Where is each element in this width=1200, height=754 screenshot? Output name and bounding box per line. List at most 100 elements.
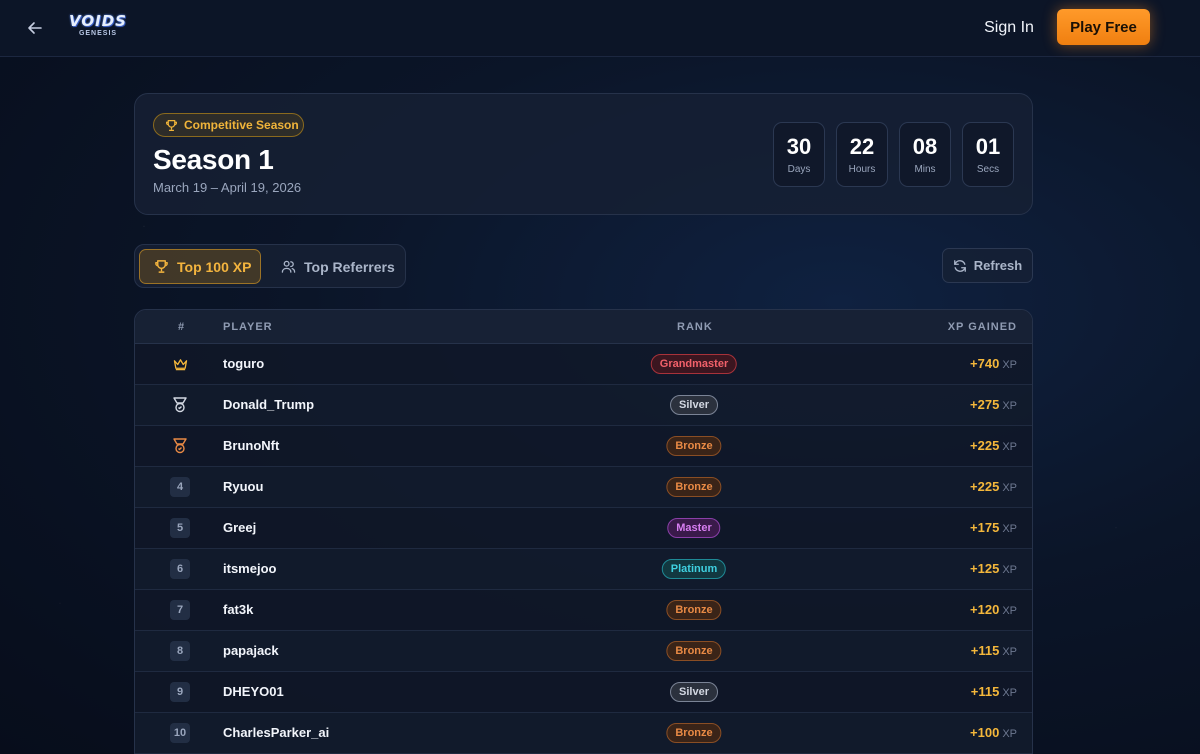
tier-badge: Platinum	[661, 559, 727, 579]
col-header-player: PLAYER	[223, 321, 273, 333]
tier-cell: Bronze	[666, 641, 722, 661]
refresh-button[interactable]: Refresh	[942, 248, 1033, 283]
refresh-icon	[953, 259, 966, 272]
rank-number: 5	[170, 518, 190, 538]
xp-cell: +175 XP	[970, 520, 1017, 535]
tier-cell: Bronze	[666, 477, 722, 497]
table-row[interactable]: 7 fat3k Bronze +120 XP	[135, 590, 1032, 631]
rank-cell	[170, 354, 190, 374]
table-row[interactable]: 9 DHEYO01 Silver +115 XP	[135, 672, 1032, 713]
xp-cell: +100 XP	[970, 725, 1017, 740]
back-arrow-icon[interactable]	[22, 15, 48, 41]
player-name[interactable]: fat3k	[223, 602, 253, 617]
player-name[interactable]: BrunoNft	[223, 438, 279, 453]
tier-badge: Silver	[670, 395, 718, 415]
xp-value: +125	[970, 561, 1000, 576]
tier-cell: Grandmaster	[650, 354, 738, 374]
rank-cell	[170, 395, 190, 415]
xp-unit: XP	[1002, 359, 1017, 371]
table-row[interactable]: 4 Ryuou Bronze +225 XP	[135, 467, 1032, 508]
sign-in-button[interactable]: Sign In	[970, 16, 1048, 40]
countdown-label: Days	[787, 164, 811, 175]
tier-cell: Bronze	[666, 723, 722, 743]
competitive-season-badge: Competitive Season	[153, 113, 304, 137]
countdown-value: 08	[912, 134, 938, 159]
rank-cell: 7	[170, 600, 190, 620]
tab-top-100-xp[interactable]: Top 100 XP	[139, 249, 261, 284]
player-name[interactable]: DHEYO01	[223, 684, 284, 699]
xp-unit: XP	[1002, 564, 1017, 576]
countdown-secs: 01 Secs	[962, 122, 1014, 187]
countdown-hours: 22 Hours	[836, 122, 888, 187]
rank-cell: 9	[170, 682, 190, 702]
xp-cell: +120 XP	[970, 602, 1017, 617]
xp-cell: +115 XP	[971, 643, 1017, 658]
rank-cell: 6	[170, 559, 190, 579]
rank-number: 10	[170, 723, 190, 743]
xp-value: +225	[970, 479, 1000, 494]
xp-unit: XP	[1002, 646, 1017, 658]
rank-cell	[170, 436, 190, 456]
xp-value: +115	[970, 684, 1000, 699]
col-header-tier: RANK	[677, 321, 713, 333]
table-row[interactable]: 8 papajack Bronze +115 XP	[135, 631, 1032, 672]
tier-badge: Bronze	[666, 600, 722, 620]
season-title: Season 1	[153, 144, 274, 175]
xp-cell: +125 XP	[970, 561, 1017, 576]
player-name[interactable]: Greej	[223, 520, 256, 535]
tier-cell: Silver	[670, 682, 718, 702]
rank-number: 9	[170, 682, 190, 702]
table-row[interactable]: toguro Grandmaster +740 XP	[135, 344, 1032, 385]
table-row[interactable]: 6 itsmejoo Platinum +125 XP	[135, 549, 1032, 590]
xp-value: +175	[970, 520, 1000, 535]
table-header: # PLAYER RANK XP GAINED	[135, 310, 1032, 344]
xp-unit: XP	[1002, 728, 1017, 740]
player-name[interactable]: Donald_Trump	[223, 397, 314, 412]
trophy-icon	[155, 260, 168, 273]
countdown-value: 30	[786, 134, 812, 159]
tier-badge: Silver	[670, 682, 718, 702]
table-row[interactable]: Donald_Trump Silver +275 XP	[135, 385, 1032, 426]
table-body: toguro Grandmaster +740 XP Donald_Trump Silve…	[135, 344, 1032, 754]
logo-subtext: GENESIS	[78, 30, 118, 37]
rank-number: 8	[170, 641, 190, 661]
xp-cell: +225 XP	[970, 438, 1017, 453]
rank-cell: 5	[170, 518, 190, 538]
countdown-timer: 30 Days 22 Hours 08 Mins 01 Secs	[773, 122, 1014, 187]
bronze-medal-icon	[173, 438, 187, 454]
xp-unit: XP	[1002, 605, 1017, 617]
player-name[interactable]: papajack	[223, 643, 279, 658]
player-name[interactable]: CharlesParker_ai	[223, 725, 329, 740]
tier-badge: Bronze	[666, 641, 722, 661]
tab-label: Top 100 XP	[177, 258, 252, 275]
table-row[interactable]: 5 Greej Master +175 XP	[135, 508, 1032, 549]
season-card: Competitive Season Season 1 March 19 – A…	[134, 93, 1033, 215]
xp-unit: XP	[1002, 687, 1017, 699]
tier-cell: Bronze	[666, 600, 722, 620]
col-header-xp: XP GAINED	[947, 321, 1017, 333]
player-name[interactable]: Ryuou	[223, 479, 263, 494]
xp-unit: XP	[1002, 400, 1017, 412]
xp-value: +275	[970, 397, 1000, 412]
leaderboard-tabs: Top 100 XP Top Referrers	[134, 244, 406, 288]
player-name[interactable]: itsmejoo	[223, 561, 276, 576]
tab-top-referrers[interactable]: Top Referrers	[279, 249, 403, 284]
table-row[interactable]: BrunoNft Bronze +225 XP	[135, 426, 1032, 467]
tier-badge: Master	[667, 518, 721, 538]
rank-number: 6	[170, 559, 190, 579]
play-free-button[interactable]: Play Free	[1057, 9, 1150, 45]
table-row[interactable]: 10 CharlesParker_ai Bronze +100 XP	[135, 713, 1032, 754]
tier-badge: Bronze	[666, 723, 722, 743]
tier-cell: Silver	[670, 395, 718, 415]
player-name[interactable]: toguro	[223, 356, 264, 371]
tier-cell: Platinum	[661, 559, 727, 579]
xp-value: +225	[970, 438, 1000, 453]
xp-unit: XP	[1002, 482, 1017, 494]
tier-cell: Bronze	[666, 436, 722, 456]
trophy-icon	[166, 119, 177, 131]
logo-text: VOIDS	[69, 12, 127, 30]
voids-genesis-logo[interactable]: VOIDS GENESIS	[66, 11, 130, 41]
countdown-label: Secs	[976, 164, 1000, 175]
countdown-label: Mins	[914, 164, 936, 175]
tier-badge: Bronze	[666, 436, 722, 456]
